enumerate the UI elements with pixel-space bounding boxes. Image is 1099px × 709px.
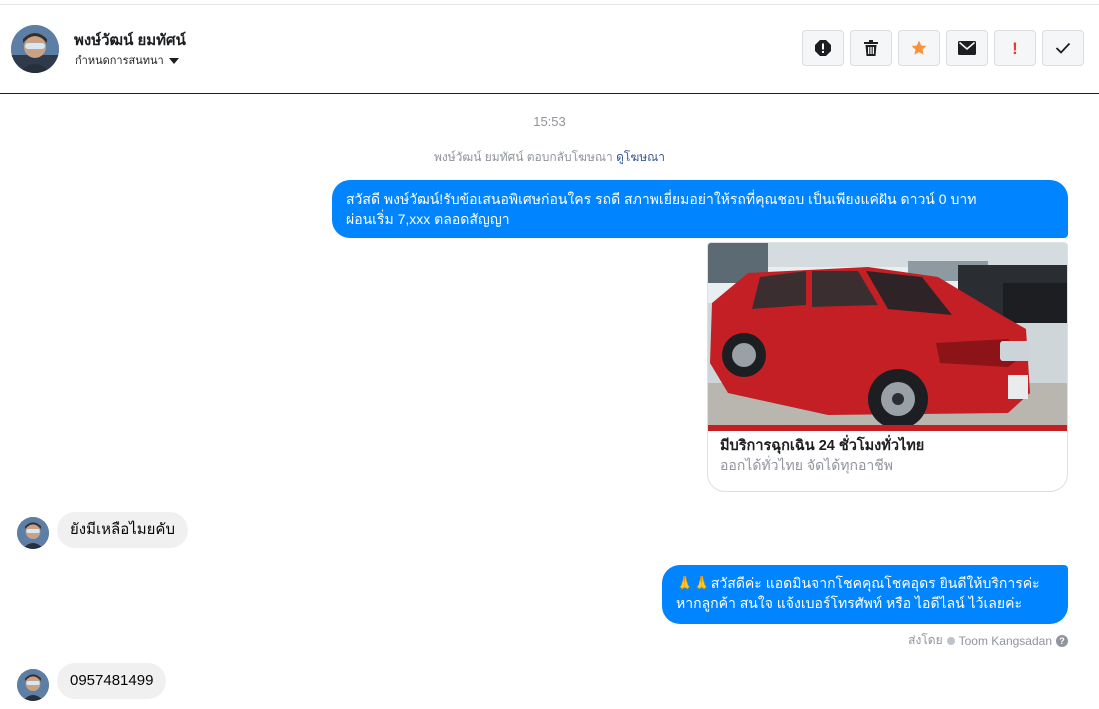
incoming-message[interactable]: 0957481499	[57, 663, 167, 699]
conversation-settings-label: กำหนดการสนทนา	[75, 55, 164, 67]
view-ad-link[interactable]: ดูโฆษณา	[616, 150, 665, 164]
mark-done-button[interactable]	[1042, 30, 1084, 66]
agent-status-icon	[946, 636, 955, 645]
outgoing-message[interactable]: สวัสดี พงษ์วัฒน์!รับข้อเสนอพิเศษก่อนใคร …	[332, 180, 1068, 238]
message-line: สวัสดี พงษ์วัฒน์!รับข้อเสนอพิเศษก่อนใคร …	[346, 191, 977, 207]
ad-card[interactable]: มีบริการฉุกเฉิน 24 ชั่วโมงทั่วไทย ออกได้…	[707, 242, 1068, 492]
delete-button[interactable]	[850, 30, 892, 66]
contact-avatar[interactable]	[11, 25, 59, 73]
ad-reply-text: พงษ์วัฒน์ ยมทัศน์ ตอบกลับโฆษณา	[433, 150, 613, 164]
ad-reply-context: พงษ์วัฒน์ ยมทัศน์ ตอบกลับโฆษณา ดูโฆษณา	[0, 148, 1099, 167]
alert-icon	[815, 40, 831, 56]
flag-followup-button[interactable]: !	[994, 30, 1036, 66]
conversation-header: พงษ์วัฒน์ ยมทัศน์ กำหนดการสนทนา !	[0, 5, 1099, 94]
message-line: ผ่อนเริ่ม 7,xxx ตลอดสัญญา	[346, 211, 510, 227]
message-line: หากลูกค้า สนใจ แจ้งเบอร์โทรศัพท์ หรือ ไอ…	[676, 595, 1022, 611]
sent-by-info: ส่งโดย Toom Kangsadan ?	[908, 631, 1068, 650]
message-line: 🙏🙏สวัสดีค่ะ แอดมินจากโชคคุณโชคอุดร ยินดี…	[676, 573, 1054, 593]
mark-unread-button[interactable]	[946, 30, 988, 66]
message-text: สวัสดีค่ะ แอดมินจากโชคคุณโชคอุดร ยินดีให…	[710, 575, 1040, 591]
ad-card-subtitle: ออกได้ทั่วไทย จัดได้ทุกอาชีพ	[720, 457, 894, 473]
trash-icon	[864, 40, 878, 56]
message-timestamp: 15:53	[533, 114, 566, 129]
contact-name: พงษ์วัฒน์ ยมทัศน์	[74, 32, 186, 49]
car-image	[708, 243, 1067, 431]
star-button[interactable]	[898, 30, 940, 66]
sender-avatar[interactable]	[17, 669, 49, 701]
incoming-message[interactable]: ยังมีเหลือไมยคับ	[57, 512, 188, 548]
star-icon	[911, 40, 927, 55]
praying-hands-icon: 🙏🙏	[676, 575, 711, 591]
exclamation-icon: !	[1012, 38, 1018, 58]
help-icon[interactable]: ?	[1056, 634, 1068, 647]
caret-down-icon	[168, 57, 179, 64]
sender-avatar[interactable]	[17, 517, 49, 549]
envelope-icon	[958, 41, 976, 55]
action-toolbar: !	[802, 30, 1084, 66]
outgoing-message[interactable]: 🙏🙏สวัสดีค่ะ แอดมินจากโชคคุณโชคอุดร ยินดี…	[662, 565, 1068, 624]
ad-card-title: มีบริการฉุกเฉิน 24 ชั่วโมงทั่วไทย	[720, 438, 925, 454]
sent-by-name: Toom Kangsadan	[958, 633, 1052, 648]
check-icon	[1055, 42, 1071, 54]
mark-spam-button[interactable]	[802, 30, 844, 66]
sent-by-label: ส่งโดย	[908, 633, 943, 647]
conversation-settings-dropdown[interactable]: กำหนดการสนทนา	[75, 51, 179, 69]
